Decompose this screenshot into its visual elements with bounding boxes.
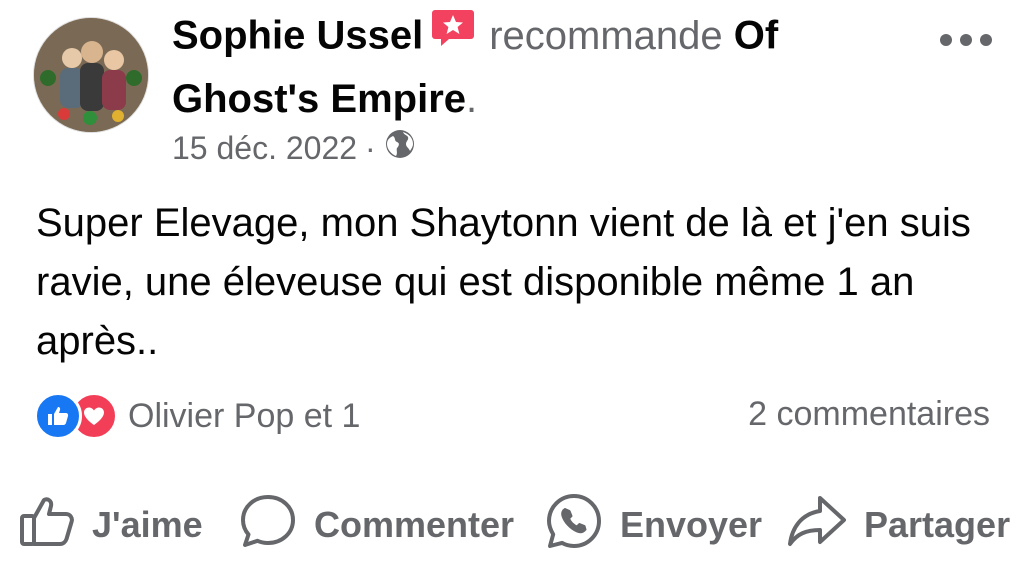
post-actions-bar: J'aime Commenter Envoyer Partager xyxy=(0,490,1024,560)
post-meta: 15 déc. 2022 · xyxy=(172,128,416,168)
globe-icon xyxy=(384,128,416,168)
send-label: Envoyer xyxy=(620,504,763,545)
whatsapp-icon xyxy=(544,491,604,560)
reaction-names: Olivier Pop et 1 xyxy=(128,396,361,435)
recommend-verb: recommande xyxy=(489,13,723,58)
share-label: Partager xyxy=(864,504,1011,545)
comment-label: Commenter xyxy=(314,504,515,545)
author-avatar[interactable] xyxy=(34,18,148,132)
comment-icon xyxy=(238,492,298,559)
avatar-photo xyxy=(34,18,148,132)
header-period: . xyxy=(466,77,478,121)
more-dot xyxy=(980,34,992,46)
author-name[interactable]: Sophie Ussel xyxy=(172,14,423,58)
recommend-badge-icon xyxy=(431,6,475,64)
thumbs-up-icon xyxy=(18,492,76,559)
more-dot xyxy=(940,34,952,46)
meta-separator: · xyxy=(365,129,376,166)
like-button[interactable]: J'aime xyxy=(18,490,203,560)
more-options-icon[interactable] xyxy=(940,30,1000,50)
post-text: Super Elevage, mon Shaytonn vient de là … xyxy=(36,201,971,363)
share-icon xyxy=(786,493,848,558)
send-button[interactable]: Envoyer xyxy=(544,490,762,560)
reaction-summary[interactable]: Olivier Pop et 1 xyxy=(34,392,360,440)
post-date[interactable]: 15 déc. 2022 xyxy=(172,130,357,167)
post-header: Sophie Ussel recommande Of Ghost's Empire… xyxy=(172,6,932,128)
like-reaction-icon xyxy=(34,392,82,440)
like-label: J'aime xyxy=(92,504,203,545)
more-dot xyxy=(960,34,972,46)
share-button[interactable]: Partager xyxy=(786,490,1010,560)
comments-count[interactable]: 2 commentaires xyxy=(748,395,990,434)
comment-button[interactable]: Commenter xyxy=(238,490,514,560)
